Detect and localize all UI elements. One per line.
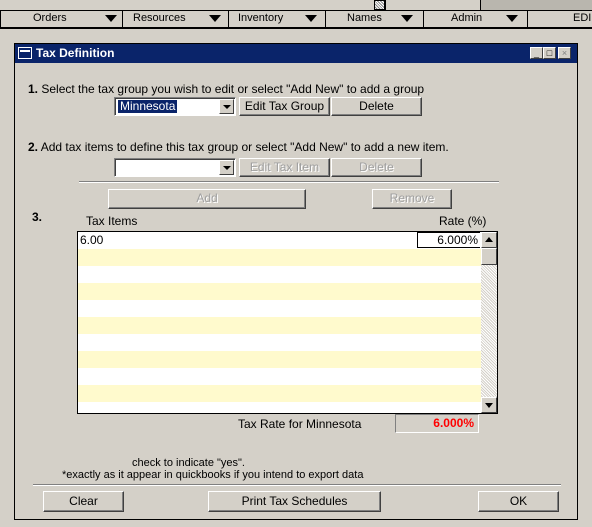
menu-bar: Orders Resources Inventory Names Admin E… bbox=[0, 10, 592, 29]
menu-inventory[interactable]: Inventory bbox=[228, 11, 325, 27]
toolbar-panel bbox=[480, 0, 592, 10]
window-icon bbox=[18, 47, 32, 59]
chevron-down-icon bbox=[506, 15, 518, 22]
tax-item-select[interactable] bbox=[114, 158, 236, 177]
table-row[interactable] bbox=[78, 368, 481, 385]
tax-item-rate[interactable]: 6.000% bbox=[417, 232, 480, 248]
chevron-down-icon bbox=[305, 15, 317, 22]
table-row[interactable] bbox=[78, 283, 481, 300]
tax-definition-window: Tax Definition _ □ × 1. Select the tax g… bbox=[14, 43, 578, 520]
table-row[interactable] bbox=[78, 317, 481, 334]
menu-orders-label: Orders bbox=[33, 12, 67, 24]
title-bar[interactable]: Tax Definition _ □ × bbox=[15, 44, 577, 63]
menu-orders[interactable]: Orders bbox=[0, 11, 122, 27]
add-button[interactable]: Add bbox=[108, 189, 306, 209]
menu-edi-label: EDI bbox=[573, 12, 592, 24]
chevron-down-icon[interactable] bbox=[219, 160, 234, 175]
step1-text: Select the tax group you wish to edit or… bbox=[41, 82, 425, 96]
maximize-button[interactable]: □ bbox=[543, 47, 556, 59]
scroll-thumb[interactable] bbox=[481, 248, 497, 265]
table-row[interactable] bbox=[78, 351, 481, 368]
tax-rate-total-value: 6.000% bbox=[395, 414, 479, 433]
step3-number: 3. bbox=[32, 210, 42, 224]
menu-resources[interactable]: Resources bbox=[122, 11, 228, 27]
column-header-items: Tax Items bbox=[86, 214, 138, 228]
top-strip bbox=[0, 0, 592, 10]
chevron-down-icon[interactable] bbox=[219, 99, 234, 114]
step1-instruction: 1. Select the tax group you wish to edit… bbox=[28, 82, 424, 96]
tax-group-value: Minnesota bbox=[118, 99, 178, 113]
print-tax-schedules-button[interactable]: Print Tax Schedules bbox=[208, 491, 381, 512]
chevron-down-icon bbox=[105, 15, 117, 22]
note-export-hint: *exactly as it appear in quickbooks if y… bbox=[62, 469, 364, 481]
minimize-button[interactable]: _ bbox=[530, 47, 543, 59]
menu-inventory-label: Inventory bbox=[238, 12, 284, 24]
tax-items-table[interactable]: 6.00 6.000% bbox=[77, 231, 498, 414]
table-row[interactable] bbox=[78, 300, 481, 317]
divider bbox=[384, 0, 385, 10]
tax-rate-total-label: Tax Rate for Minnesota bbox=[238, 417, 362, 431]
note-check-hint: check to indicate "yes". bbox=[132, 457, 245, 469]
table-row[interactable] bbox=[78, 334, 481, 351]
scroll-up-icon[interactable] bbox=[481, 232, 497, 248]
window-title: Tax Definition bbox=[36, 46, 115, 60]
table-row[interactable] bbox=[78, 402, 481, 413]
chevron-down-icon bbox=[209, 15, 221, 22]
menu-names-label: Names bbox=[347, 12, 382, 24]
menu-admin-label: Admin bbox=[451, 12, 483, 24]
menu-resources-label: Resources bbox=[133, 12, 186, 24]
table-row[interactable] bbox=[78, 385, 481, 402]
step2-text: Add tax items to define this tax group o… bbox=[40, 140, 449, 154]
tax-item-name[interactable]: 6.00 bbox=[80, 233, 103, 247]
step2-instruction: 2. Add tax items to define this tax grou… bbox=[28, 140, 449, 154]
delete-item-button[interactable]: Delete bbox=[331, 158, 422, 177]
table-row[interactable] bbox=[78, 249, 481, 266]
menu-edi[interactable]: EDI bbox=[527, 11, 592, 27]
table-row[interactable]: 6.00 6.000% bbox=[78, 232, 481, 249]
tax-group-select[interactable]: Minnesota bbox=[114, 97, 236, 116]
close-button[interactable]: × bbox=[558, 47, 571, 59]
clear-button[interactable]: Clear bbox=[43, 491, 124, 512]
chevron-down-icon bbox=[401, 15, 413, 22]
step3-number-label: 3. bbox=[32, 210, 43, 224]
edit-tax-item-button[interactable]: Edit Tax Item bbox=[239, 158, 330, 177]
ok-button[interactable]: OK bbox=[478, 491, 559, 512]
delete-group-button[interactable]: Delete bbox=[331, 97, 422, 116]
step1-number: 1. bbox=[28, 82, 39, 96]
section-divider bbox=[79, 181, 499, 183]
edit-tax-group-button[interactable]: Edit Tax Group bbox=[239, 97, 330, 116]
menu-names[interactable]: Names bbox=[325, 11, 423, 27]
table-row[interactable] bbox=[78, 266, 481, 283]
column-header-rate: Rate (%) bbox=[439, 214, 487, 228]
scroll-down-icon[interactable] bbox=[481, 397, 497, 413]
menu-admin[interactable]: Admin bbox=[423, 11, 527, 27]
footer-divider bbox=[33, 484, 561, 486]
remove-button[interactable]: Remove bbox=[372, 189, 452, 209]
step2-number: 2. bbox=[28, 140, 39, 154]
